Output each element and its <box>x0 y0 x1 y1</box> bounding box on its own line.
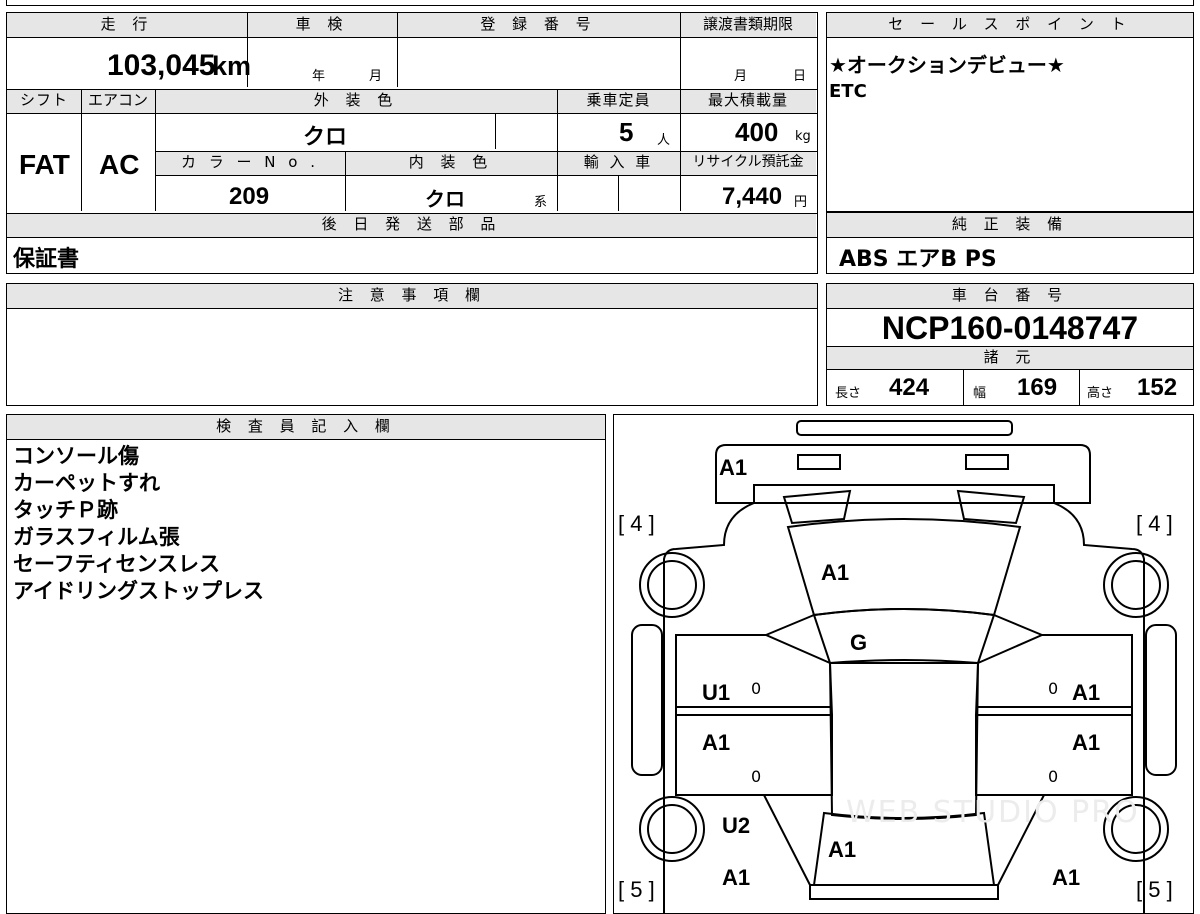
capacity-unit: 人 <box>657 133 671 148</box>
vehicle-info-box: 走 行 車 検 登 録 番 号 譲渡書類期限 103,045 km 年 月 月 … <box>6 12 818 274</box>
sales-point-line1: ★オークションデビュー★ <box>829 53 1065 77</box>
car-outline <box>631 420 1177 913</box>
inspector-note: セーフティセンスレス <box>13 552 221 576</box>
later-parts-header: 後 日 発 送 部 品 <box>7 213 816 237</box>
tire-rear-left: [ 5 ] <box>618 877 655 902</box>
interior-color-value: クロ <box>425 189 465 211</box>
color-no-header: カ ラ ー N o . <box>155 151 345 175</box>
mileage-header: 走 行 <box>7 13 247 37</box>
chassis-box: 車 台 番 号 NCP160-0148747 諸 元 長さ 424 幅 169 … <box>826 283 1194 406</box>
length-value: 424 <box>889 374 930 401</box>
mileage-value: 103,045 <box>107 49 216 82</box>
inspection-header: 車 検 <box>247 13 397 37</box>
front-bumper-grade: A1 <box>719 455 748 480</box>
max-load-unit: kg <box>795 129 811 144</box>
notes-header: 注 意 事 項 欄 <box>7 284 817 309</box>
inspector-note: アイドリングストップレス <box>13 579 264 603</box>
inspection-month: 月 <box>369 69 383 84</box>
width-value: 169 <box>1017 374 1058 401</box>
zero-mark: 0 <box>1048 767 1059 786</box>
sales-point-line2: ETC <box>829 81 867 102</box>
capacity-value: 5 <box>619 117 634 147</box>
shift-value: FAT <box>19 149 70 180</box>
aircon-value: AC <box>99 149 140 180</box>
zero-mark: 0 <box>1048 679 1059 698</box>
rear-left-corner-grade: A1 <box>722 865 751 890</box>
tire-front-right: [ 4 ] <box>1136 511 1173 536</box>
front-left-door-grade: U1 <box>702 680 731 705</box>
zero-mark: 0 <box>751 767 762 786</box>
roof-rear-grade: A1 <box>828 837 857 862</box>
inspector-header: 検 査 員 記 入 欄 <box>7 415 605 440</box>
transfer-deadline-header: 譲渡書類期限 <box>680 13 816 37</box>
front-right-door-grade: A1 <box>1072 680 1101 705</box>
rear-left-door-grade: A1 <box>702 730 731 755</box>
zero-mark: 0 <box>751 679 762 698</box>
equipment-value: ABS エアB PS <box>839 247 997 272</box>
color-no-value: 209 <box>229 183 270 210</box>
width-label: 幅 <box>973 386 987 401</box>
watermark: WEB STUDIO PRO <box>846 795 1140 830</box>
car-diagram-box: A1 A1 G U1 A1 A1 A1 U2 A1 A1 A1 [ 4 ] [ … <box>613 414 1194 914</box>
inspection-year: 年 <box>312 69 326 84</box>
recycle-unit: 円 <box>794 195 808 210</box>
inspector-notes-list: コンソール傷 カーペットすれ タッチＰ跡 ガラスフィルム張 セーフティセンスレス… <box>13 443 264 605</box>
inspector-note: タッチＰ跡 <box>13 498 118 522</box>
inspector-note: ガラスフィルム張 <box>13 525 180 549</box>
sales-point-header: セ ー ル ス ポ イ ン ト <box>827 13 1193 38</box>
later-parts-value: 保証書 <box>13 247 80 272</box>
windshield-grade: G <box>850 630 868 655</box>
notes-box: 注 意 事 項 欄 <box>6 283 818 406</box>
left-rear-fender-grade: U2 <box>722 813 751 838</box>
recycle-value: 7,440 <box>722 183 783 210</box>
exterior-color-value: クロ <box>303 124 348 149</box>
max-load-header: 最大積載量 <box>680 89 816 113</box>
interior-color-header: 内 装 色 <box>345 151 557 175</box>
registration-header: 登 録 番 号 <box>397 13 680 37</box>
equipment-box: 純 正 装 備 ABS エアB PS <box>826 212 1194 274</box>
mileage-unit: km <box>212 51 252 81</box>
height-value: 152 <box>1137 374 1178 401</box>
interior-suffix: 系 <box>534 195 548 210</box>
chassis-number: NCP160-0148747 <box>881 310 1139 346</box>
inspector-note: カーペットすれ <box>13 471 160 495</box>
import-header: 輸 入 車 <box>557 151 680 175</box>
max-load-value: 400 <box>735 117 779 147</box>
rear-right-corner-grade: A1 <box>1052 865 1081 890</box>
sales-point-box: セ ー ル ス ポ イ ン ト ★オークションデビュー★ ETC <box>826 12 1194 212</box>
aircon-header: エアコン <box>81 89 155 113</box>
transfer-day: 日 <box>793 69 807 84</box>
transfer-month: 月 <box>734 69 748 84</box>
height-label: 高さ <box>1087 386 1114 401</box>
equipment-header: 純 正 装 備 <box>827 213 1193 238</box>
specs-header: 諸 元 <box>827 346 1193 370</box>
inspector-note: コンソール傷 <box>13 444 139 468</box>
hood-grade: A1 <box>821 560 850 585</box>
chassis-header: 車 台 番 号 <box>827 284 1193 309</box>
rear-right-door-grade: A1 <box>1072 730 1101 755</box>
shift-header: シフト <box>7 89 81 113</box>
exterior-color-header: 外 装 色 <box>155 89 557 113</box>
top-strip <box>6 0 1194 6</box>
length-label: 長さ <box>835 386 862 401</box>
tire-rear-right: [ 5 ] <box>1136 877 1173 902</box>
recycle-header: リサイクル預託金 <box>680 151 816 175</box>
inspector-box: 検 査 員 記 入 欄 コンソール傷 カーペットすれ タッチＰ跡 ガラスフィルム… <box>6 414 606 914</box>
capacity-header: 乗車定員 <box>557 89 680 113</box>
tire-front-left: [ 4 ] <box>618 511 655 536</box>
